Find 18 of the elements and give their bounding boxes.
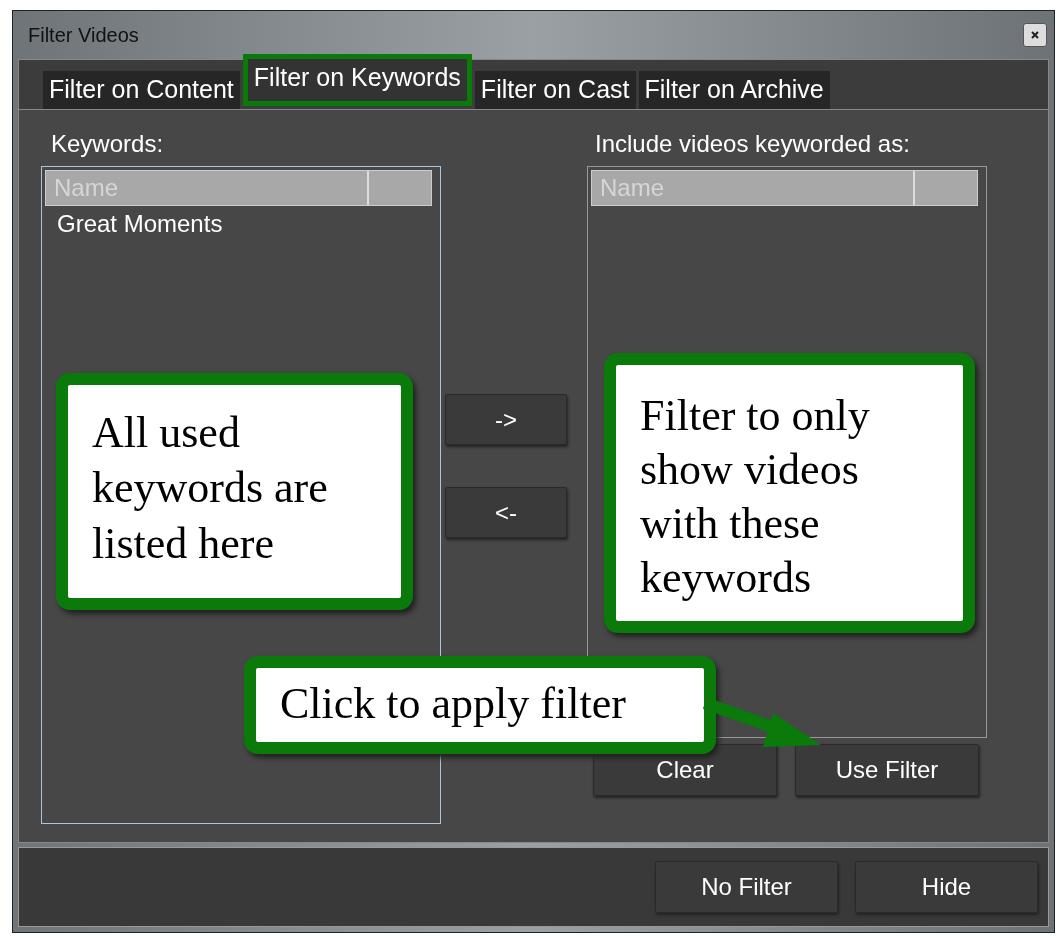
list-item[interactable]: Great Moments (45, 206, 437, 242)
list-label: Keywords: (50, 130, 165, 159)
tab[interactable]: Filter on Content (43, 71, 240, 109)
footer-button[interactable]: Hide (855, 861, 1038, 913)
move-button[interactable]: <- (445, 487, 567, 538)
close-button[interactable] (1023, 23, 1047, 47)
tab[interactable]: Filter on Keywords (242, 54, 472, 106)
footer-button[interactable]: No Filter (655, 861, 838, 913)
callout-tooltip: Click to apply filter (244, 656, 716, 754)
tab[interactable]: Filter on Archive (638, 71, 830, 109)
window-title: Filter Videos (28, 23, 139, 47)
callout-tooltip: All used keywords are listed here (56, 373, 413, 610)
tab[interactable]: Filter on Cast (474, 71, 636, 109)
move-button[interactable]: -> (445, 394, 567, 445)
callout-tooltip: Filter to only show videos with these keywords (604, 353, 975, 633)
list-button[interactable]: Use Filter (795, 744, 979, 796)
close-icon (1030, 30, 1040, 40)
list-label: Include videos keyworded as: (594, 130, 911, 159)
